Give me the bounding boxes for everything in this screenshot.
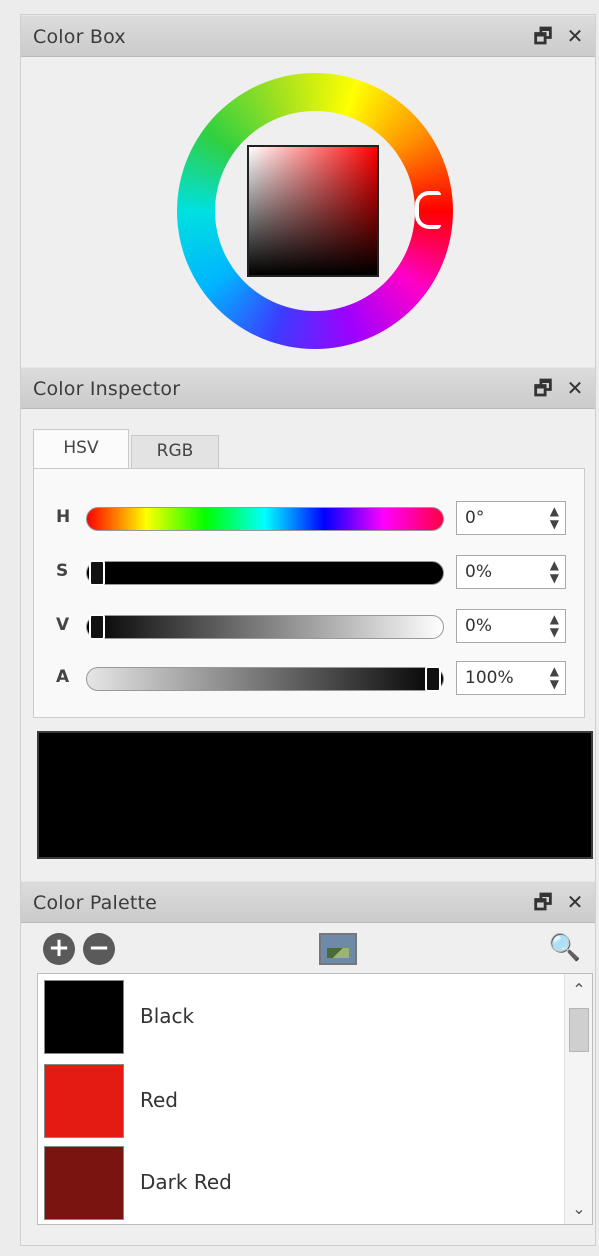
hue-label: H: [56, 507, 71, 527]
hue-wheel-handle[interactable]: [415, 191, 441, 229]
float-panel-icon[interactable]: 🗗: [531, 24, 555, 48]
palette-list: Black Red Dark Red ⌃ ⌄: [37, 973, 593, 1225]
scrollbar-thumb[interactable]: [569, 1008, 589, 1052]
scroll-up-icon[interactable]: ⌃: [565, 980, 592, 999]
alpha-label: A: [56, 667, 70, 687]
scroll-down-icon[interactable]: ⌄: [565, 1199, 592, 1218]
saturation-spinbox[interactable]: 0% ▲ ▼: [456, 555, 566, 589]
alpha-slider-handle[interactable]: [425, 666, 441, 692]
saturation-value-square[interactable]: [247, 145, 379, 277]
color-chip: [44, 1064, 124, 1138]
value-value: 0%: [465, 616, 492, 636]
alpha-value: 100%: [465, 668, 514, 688]
hue-spinbox[interactable]: 0° ▲ ▼: [456, 501, 566, 535]
saturation-slider[interactable]: [86, 560, 444, 586]
list-item[interactable]: Dark Red: [44, 1146, 544, 1224]
saturation-label: S: [56, 561, 69, 581]
color-inspector-title: Color Inspector: [33, 378, 181, 400]
close-panel-icon[interactable]: ✕: [563, 376, 587, 400]
value-slider-handle[interactable]: [89, 614, 105, 640]
color-palette-header: Color Palette 🗗 ✕: [21, 881, 595, 923]
palette-scrollbar[interactable]: ⌃ ⌄: [564, 974, 592, 1224]
list-item-label: Red: [140, 1088, 178, 1112]
add-color-icon[interactable]: +: [43, 933, 75, 965]
spin-arrows-icon[interactable]: ▲ ▼: [550, 559, 559, 585]
tab-rgb[interactable]: RGB: [131, 435, 219, 469]
value-slider[interactable]: [86, 614, 444, 640]
color-palette-title: Color Palette: [33, 892, 158, 914]
list-item-label: Black: [140, 1004, 195, 1028]
hue-slider[interactable]: [86, 507, 444, 531]
alpha-spinbox[interactable]: 100% ▲ ▼: [456, 661, 566, 695]
spin-arrows-icon[interactable]: ▲ ▼: [550, 665, 559, 691]
image-icon[interactable]: [319, 933, 357, 965]
float-panel-icon[interactable]: 🗗: [531, 376, 555, 400]
spin-arrows-icon[interactable]: ▲ ▼: [550, 505, 559, 531]
list-item[interactable]: Black: [44, 980, 544, 1060]
value-spinbox[interactable]: 0% ▲ ▼: [456, 609, 566, 643]
color-chip: [44, 1146, 124, 1220]
list-item-label: Dark Red: [140, 1170, 232, 1194]
hsv-tab-content: H 0° ▲ ▼ S 0% ▲ ▼ V 0% ▲ ▼ A 100% ▲ ▼: [33, 468, 585, 718]
close-panel-icon[interactable]: ✕: [563, 24, 587, 48]
float-panel-icon[interactable]: 🗗: [531, 890, 555, 914]
color-chip: [44, 980, 124, 1054]
remove-color-icon[interactable]: −: [83, 933, 115, 965]
spin-arrows-icon[interactable]: ▲ ▼: [550, 613, 559, 639]
color-box-header: Color Box 🗗 ✕: [21, 15, 595, 57]
saturation-value: 0%: [465, 562, 492, 582]
color-box-title: Color Box: [33, 26, 126, 48]
hue-value: 0°: [465, 508, 485, 528]
saturation-slider-handle[interactable]: [89, 560, 105, 586]
close-panel-icon[interactable]: ✕: [563, 890, 587, 914]
alpha-slider[interactable]: [86, 666, 444, 692]
color-inspector-header: Color Inspector 🗗 ✕: [21, 367, 595, 409]
value-label: V: [56, 615, 70, 635]
docked-panels: Color Box 🗗 ✕ Color Inspector 🗗 ✕ HSV RG…: [20, 14, 596, 1246]
search-icon[interactable]: 🔍: [549, 933, 581, 963]
current-color-preview: [37, 731, 593, 859]
list-item[interactable]: Red: [44, 1064, 544, 1144]
tab-hsv[interactable]: HSV: [33, 429, 129, 469]
